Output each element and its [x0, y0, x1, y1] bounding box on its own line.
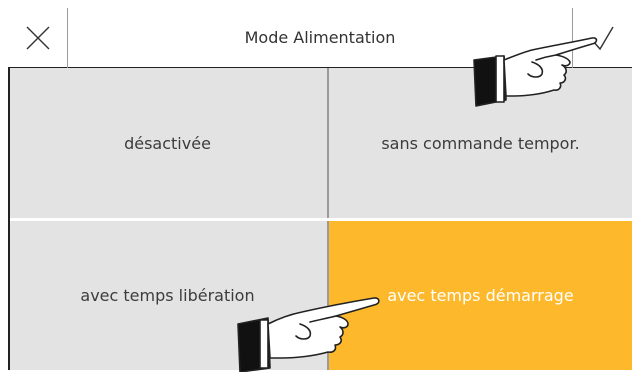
- option-label: sans commande tempor.: [381, 133, 580, 153]
- option-grid: désactivée sans commande tempor. avec te…: [8, 68, 632, 370]
- option-label: désactivée: [124, 133, 211, 153]
- close-button[interactable]: [8, 8, 68, 68]
- page-title: Mode Alimentation: [244, 28, 396, 47]
- header-bar: Mode Alimentation: [8, 8, 632, 68]
- option-disabled[interactable]: désactivée: [8, 68, 327, 218]
- horizontal-divider: [8, 218, 632, 221]
- close-icon: [26, 26, 49, 50]
- option-label: avec temps libération: [80, 286, 255, 305]
- left-border: [8, 68, 10, 370]
- checkmark-icon: [591, 26, 614, 51]
- option-without-timer[interactable]: sans commande tempor.: [329, 68, 632, 218]
- confirm-button[interactable]: [572, 8, 632, 68]
- option-start-time[interactable]: avec temps démarrage: [329, 221, 632, 370]
- option-release-time[interactable]: avec temps libération: [8, 221, 327, 370]
- option-label: avec temps démarrage: [387, 286, 574, 305]
